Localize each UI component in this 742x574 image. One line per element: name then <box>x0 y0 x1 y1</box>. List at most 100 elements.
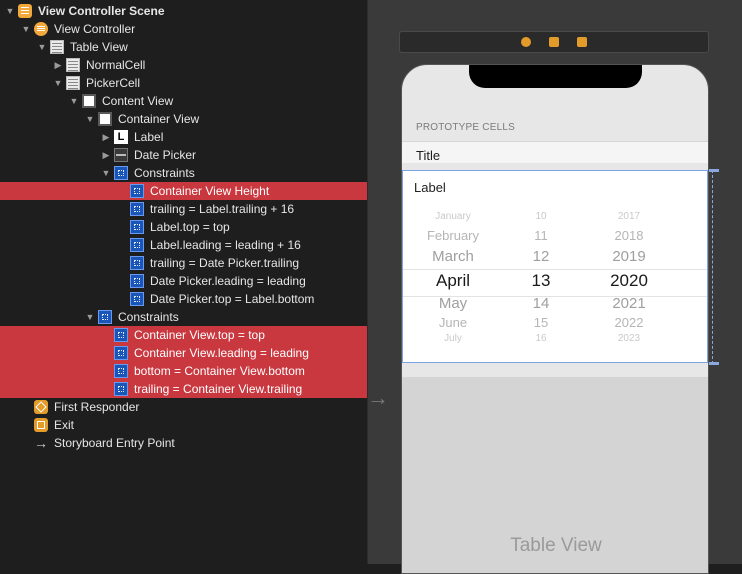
picker-year: 2020 <box>610 271 648 290</box>
exit-icon <box>34 418 48 432</box>
constraint-icon <box>130 292 144 306</box>
disclosure-open-icon[interactable]: ▼ <box>52 74 64 92</box>
height-constraint-indicator[interactable] <box>712 170 717 364</box>
outline-row[interactable]: Label.top = top <box>0 218 367 236</box>
outline-row[interactable]: ▼ PickerCell <box>0 74 367 92</box>
view-icon <box>82 94 96 108</box>
disclosure-open-icon[interactable]: ▼ <box>100 164 112 182</box>
outline-row[interactable]: First Responder <box>0 398 367 416</box>
outline-row[interactable]: ▶ Date Picker <box>0 146 367 164</box>
outline-row-label: Container View <box>118 112 200 126</box>
outline-row-label: Date Picker.top = Label.bottom <box>150 292 315 306</box>
picker-year: 2022 <box>614 315 644 330</box>
title-cell-label: Title <box>416 148 441 163</box>
outline-row[interactable]: Container View Height <box>0 182 367 200</box>
table-cell-icon <box>66 58 80 72</box>
outline-row[interactable]: ▼ Constraints <box>0 164 367 182</box>
picker-row[interactable]: February 11 2018 <box>403 228 707 248</box>
disclosure-open-icon[interactable]: ▼ <box>36 38 48 56</box>
outline-row-label: trailing = Date Picker.trailing <box>150 256 300 270</box>
picker-month: July <box>444 333 462 344</box>
constraint-icon <box>114 382 128 396</box>
first-responder-icon <box>34 400 48 414</box>
outline-row[interactable]: ▼ Container View <box>0 110 367 128</box>
picker-cell-label[interactable]: Label <box>414 180 446 195</box>
outline-row[interactable]: ▼ Constraints <box>0 308 367 326</box>
disclosure-open-icon[interactable]: ▼ <box>4 2 16 20</box>
disclosure-closed-icon[interactable]: ▶ <box>100 128 112 146</box>
outline-row-label: trailing = Container View.trailing <box>134 382 303 396</box>
outline-row[interactable]: ▼ View Controller <box>0 20 367 38</box>
view-controller-icon <box>34 22 48 36</box>
picker-row[interactable]: May 14 2021 <box>403 295 707 315</box>
picker-cell[interactable]: Label January 10 2017 February 11 2018 March 12… <box>402 170 708 363</box>
picker-month: June <box>438 315 468 330</box>
picker-row[interactable]: April 13 2020 <box>403 271 707 291</box>
picker-row[interactable]: June 15 2022 <box>403 315 707 335</box>
first-responder-icon[interactable] <box>549 37 559 47</box>
outline-row[interactable]: Label.leading = leading + 16 <box>0 236 367 254</box>
view-controller-icon[interactable] <box>521 37 531 47</box>
outline-row-label: Container View.leading = leading <box>134 346 309 360</box>
picker-year: 2018 <box>614 228 644 243</box>
outline-row[interactable]: Container View.leading = leading <box>0 344 367 362</box>
outline-row[interactable]: ▼ Table View <box>0 38 367 56</box>
constraint-icon <box>130 184 144 198</box>
separator-strip <box>402 363 708 377</box>
outline-row-label: Container View.top = top <box>134 328 265 342</box>
picker-day: 11 <box>534 228 548 243</box>
outline-row[interactable]: Date Picker.leading = leading <box>0 272 367 290</box>
iphone-frame: PROTOTYPE CELLS Title Label January 10 201… <box>401 64 709 574</box>
picker-month: May <box>438 295 468 312</box>
outline-row[interactable]: trailing = Label.trailing + 16 <box>0 200 367 218</box>
outline-row-label: Content View <box>102 94 174 108</box>
outline-row-label: Container View Height <box>150 184 270 198</box>
picker-row[interactable]: July 16 2023 <box>403 333 707 353</box>
outline-row[interactable]: trailing = Date Picker.trailing <box>0 254 367 272</box>
outline-row[interactable]: Date Picker.top = Label.bottom <box>0 290 367 308</box>
picker-day: 14 <box>532 295 550 312</box>
picker-month: March <box>432 248 474 265</box>
constraint-icon <box>130 256 144 270</box>
constraints-icon <box>98 310 112 324</box>
constraint-icon <box>130 202 144 216</box>
outline-row[interactable]: trailing = Container View.trailing <box>0 380 367 398</box>
table-view-placeholder-label: Table View <box>510 535 602 556</box>
date-picker[interactable]: January 10 2017 February 11 2018 March 12 2019 Ap… <box>403 211 707 355</box>
disclosure-open-icon[interactable]: ▼ <box>84 110 96 128</box>
outline-row[interactable]: ▶ NormalCell <box>0 56 367 74</box>
disclosure-closed-icon[interactable]: ▶ <box>52 56 64 74</box>
entry-point-arrow-icon: → <box>34 435 48 451</box>
title-cell[interactable]: Title <box>402 141 708 163</box>
outline-row[interactable]: ▼ View Controller Scene <box>0 2 367 20</box>
picker-day: 12 <box>532 248 550 265</box>
outline-row-label: View Controller <box>54 22 136 36</box>
picker-year: 2021 <box>612 295 646 312</box>
picker-row[interactable]: March 12 2019 <box>403 248 707 268</box>
disclosure-open-icon[interactable]: ▼ <box>84 308 96 326</box>
outline-row[interactable]: Container View.top = top <box>0 326 367 344</box>
entry-point-arrow: → <box>367 385 389 410</box>
constraint-icon <box>130 220 144 234</box>
outline-row[interactable]: ▶ L Label <box>0 128 367 146</box>
outline-row[interactable]: ▼ Content View <box>0 92 367 110</box>
outline-row-label: Storyboard Entry Point <box>54 436 175 450</box>
outline-row-label: View Controller Scene <box>38 4 165 18</box>
date-picker-icon <box>114 148 128 162</box>
outline-row-label: Exit <box>54 418 75 432</box>
outline-row[interactable]: → Storyboard Entry Point <box>0 434 367 452</box>
view-icon <box>98 112 112 126</box>
picker-day: 10 <box>535 211 547 222</box>
outline-row-label: bottom = Container View.bottom <box>134 364 305 378</box>
constraints-icon <box>114 166 128 180</box>
disclosure-open-icon[interactable]: ▼ <box>68 92 80 110</box>
outline-row-label: Date Picker <box>134 148 197 162</box>
disclosure-open-icon[interactable]: ▼ <box>20 20 32 38</box>
picker-month: April <box>435 271 470 290</box>
exit-icon[interactable] <box>577 37 587 47</box>
picker-year: 2023 <box>617 333 641 344</box>
scene-icon <box>18 4 32 18</box>
outline-row[interactable]: bottom = Container View.bottom <box>0 362 367 380</box>
outline-row[interactable]: Exit <box>0 416 367 434</box>
disclosure-closed-icon[interactable]: ▶ <box>100 146 112 164</box>
